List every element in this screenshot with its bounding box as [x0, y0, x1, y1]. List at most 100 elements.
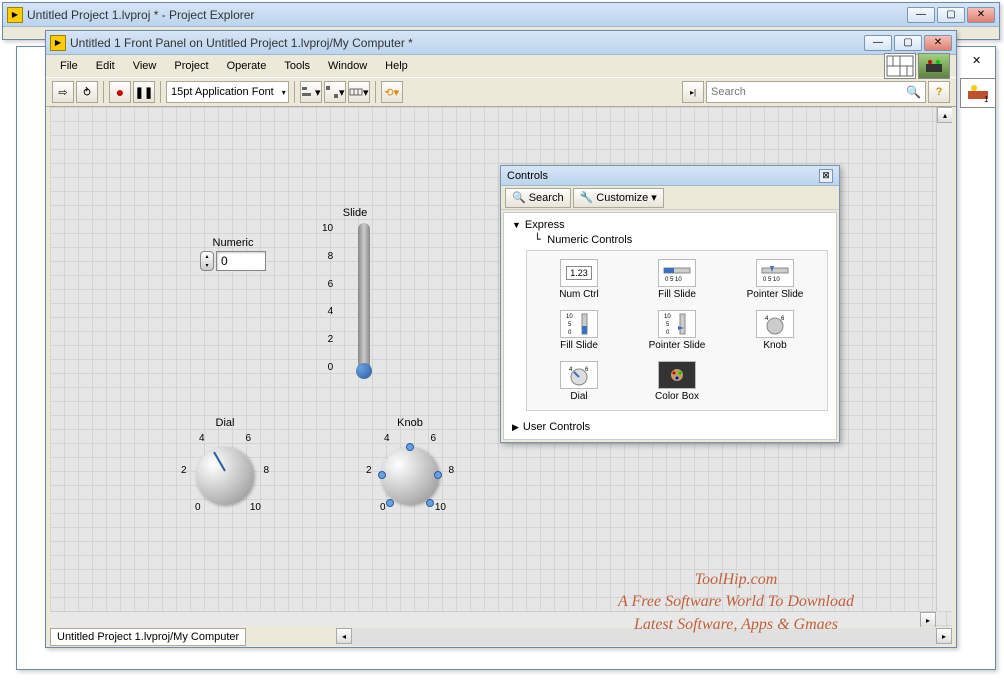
svg-text:10: 10 [664, 314, 671, 320]
svg-text:0 5 10: 0 5 10 [665, 277, 682, 282]
slide-control[interactable]: Slide 10 8 6 4 2 0 [340, 207, 370, 373]
palette-item-dial[interactable]: 46 Dial [533, 359, 625, 404]
minimize-button[interactable]: — [864, 35, 892, 51]
palette-item-pointer-slide-v[interactable]: 1050 Pointer Slide [631, 308, 723, 353]
bg-close-button[interactable]: ✕ [972, 54, 996, 70]
title-front: Untitled 1 Front Panel on Untitled Proje… [70, 36, 864, 50]
svg-text:10: 10 [566, 314, 573, 320]
minimize-button[interactable]: — [907, 7, 935, 23]
slide-track[interactable] [358, 223, 370, 373]
run-button[interactable]: ⇨ [52, 81, 74, 103]
bg-vi-icon[interactable]: 1 [960, 78, 996, 108]
svg-text:0: 0 [666, 330, 670, 336]
svg-text:5: 5 [568, 322, 572, 328]
slide-label: Slide [340, 207, 370, 219]
menu-help[interactable]: Help [377, 58, 416, 74]
selection-handle[interactable] [386, 499, 394, 507]
font-selector[interactable]: 15pt Application Font [166, 81, 289, 103]
menu-window[interactable]: Window [320, 58, 375, 74]
palette-titlebar[interactable]: Controls ⊠ [501, 166, 839, 186]
svg-text:5: 5 [666, 322, 670, 328]
project-path-tab[interactable]: Untitled Project 1.lvproj/My Computer [50, 628, 246, 646]
close-button[interactable]: ✕ [924, 35, 952, 51]
titlebar-front[interactable]: ▶ Untitled 1 Front Panel on Untitled Pro… [46, 31, 956, 55]
menu-operate[interactable]: Operate [219, 58, 275, 74]
scroll-right-button[interactable]: ▸ [920, 612, 936, 627]
vertical-scrollbar[interactable]: ▴ [936, 107, 952, 611]
knob-control[interactable]: Knob 0 2 4 6 8 10 [370, 417, 450, 511]
collapse-icon: ▼ [512, 220, 521, 230]
menu-edit[interactable]: Edit [88, 58, 123, 74]
scroll-up-button[interactable]: ▴ [937, 107, 952, 123]
vi-icon[interactable] [918, 53, 950, 79]
slide-thumb[interactable] [356, 363, 372, 379]
pointer-slide-v-icon: 10 5 0 [658, 310, 696, 338]
palette-item-knob[interactable]: 46 Knob [729, 308, 821, 353]
category-user-controls[interactable]: ▶ User Controls [512, 419, 828, 435]
search-nav-button[interactable]: ▸| [682, 81, 704, 103]
distribute-button[interactable]: ▾ [324, 81, 346, 103]
labview-icon: ▶ [7, 7, 23, 23]
titlebar-back[interactable]: ▶ Untitled Project 1.lvproj * - Project … [3, 3, 999, 27]
selection-handle[interactable] [434, 471, 442, 479]
subcategory-numeric-controls: └ Numeric Controls [530, 233, 828, 246]
selection-handle[interactable] [406, 443, 414, 451]
svg-text:0: 0 [568, 330, 572, 336]
selection-handle[interactable] [426, 499, 434, 507]
labview-icon: ▶ [50, 35, 66, 51]
palette-customize-button[interactable]: 🔧 Customize▾ [573, 188, 664, 208]
title-back: Untitled Project 1.lvproj * - Project Ex… [27, 8, 907, 22]
close-button[interactable]: ✕ [967, 7, 995, 23]
palette-items-grid: 1.23 Num Ctrl 0 5 10 Fill Slide 0 5 10 P… [526, 250, 828, 411]
numeric-spinner[interactable]: ▴▾ [200, 251, 214, 271]
category-express[interactable]: ▼ Express [512, 217, 828, 233]
pause-button[interactable]: ❚❚ [133, 81, 155, 103]
resize-button[interactable]: ▾ [348, 81, 370, 103]
dial-icon: 46 [560, 361, 598, 389]
scroll-left-button[interactable]: ◂ [336, 628, 352, 644]
palette-item-pointer-slide-h[interactable]: 0 5 10 Pointer Slide [729, 257, 821, 302]
help-button[interactable]: ? [928, 81, 950, 103]
svg-text:6: 6 [781, 316, 785, 322]
menu-tools[interactable]: Tools [276, 58, 318, 74]
connector-pane-icon[interactable] [884, 53, 916, 79]
search-input[interactable] [711, 86, 906, 98]
selection-handle[interactable] [378, 471, 386, 479]
menu-view[interactable]: View [125, 58, 165, 74]
palette-item-fill-slide-v[interactable]: 1050 Fill Slide [533, 308, 625, 353]
numeric-value[interactable]: 0 [216, 251, 266, 271]
search-box[interactable]: 🔍 [706, 81, 926, 103]
menu-file[interactable]: File [52, 58, 86, 74]
run-continuous-button[interactable]: ⥁ [76, 81, 98, 103]
scroll-right-button[interactable]: ▸ [936, 628, 952, 644]
pointer-slide-h-icon: 0 5 10 [756, 259, 794, 287]
num-ctrl-icon: 1.23 [560, 259, 598, 287]
search-icon: 🔍 [906, 85, 921, 99]
menu-project[interactable]: Project [166, 58, 216, 74]
svg-text:0 5 10: 0 5 10 [763, 277, 780, 282]
controls-palette[interactable]: Controls ⊠ 🔍 Search 🔧 Customize▾ ▼ Expre… [500, 165, 840, 443]
palette-title-text: Controls [507, 170, 548, 182]
slide-scale: 10 8 6 4 2 0 [322, 223, 333, 373]
reorder-button[interactable]: ⟲▾ [381, 81, 403, 103]
knob-body[interactable] [381, 447, 439, 505]
numeric-control[interactable]: Numeric ▴▾ 0 [200, 237, 266, 271]
maximize-button[interactable]: ▢ [894, 35, 922, 51]
palette-item-num-ctrl[interactable]: 1.23 Num Ctrl [533, 257, 625, 302]
palette-item-color-box[interactable]: Color Box [631, 359, 723, 404]
palette-pin-button[interactable]: ⊠ [819, 169, 833, 183]
color-box-icon [658, 361, 696, 389]
dial-control[interactable]: Dial 0 2 4 6 8 10 [185, 417, 265, 511]
abort-button[interactable]: ● [109, 81, 131, 103]
dial-body[interactable] [196, 447, 254, 505]
align-button[interactable]: ▾ [300, 81, 322, 103]
maximize-button[interactable]: ▢ [937, 7, 965, 23]
numeric-label: Numeric [200, 237, 266, 249]
palette-search-button[interactable]: 🔍 Search [505, 188, 571, 208]
toolbar: ⇨ ⥁ ● ❚❚ 15pt Application Font ▾ ▾ ▾ ⟲▾ … [46, 77, 956, 107]
svg-text:1: 1 [984, 95, 989, 103]
knob-label: Knob [370, 417, 450, 429]
fill-slide-h-icon: 0 5 10 [658, 259, 696, 287]
watermark: ToolHip.com A Free Software World To Dow… [618, 569, 854, 636]
palette-item-fill-slide-h[interactable]: 0 5 10 Fill Slide [631, 257, 723, 302]
